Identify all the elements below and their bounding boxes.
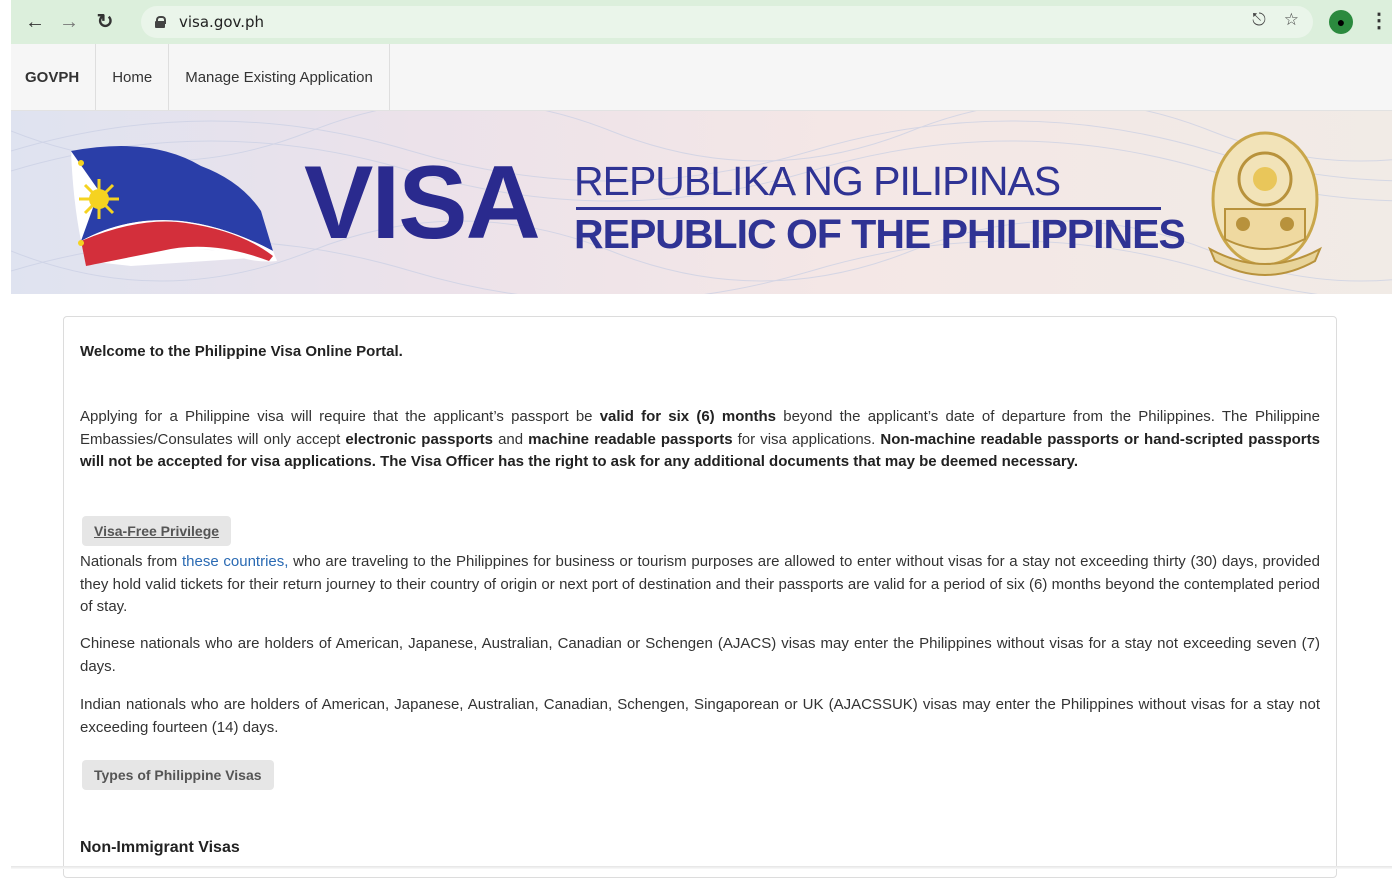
intro-bold-1: valid for six (6) months bbox=[599, 408, 777, 425]
lock-icon[interactable] bbox=[155, 16, 166, 28]
banner-title-filipino: REPUBLIKA NG PILIPINAS bbox=[574, 158, 1061, 204]
intro-text-4: for visa applications. bbox=[732, 430, 881, 448]
chinese-nationals-paragraph: Chinese nationals who are holders of Ame… bbox=[80, 635, 1320, 675]
url-text[interactable]: visa.gov.ph bbox=[179, 13, 264, 31]
arrow-left-icon[interactable]: ← bbox=[21, 8, 49, 36]
share-icon[interactable]: ⎋ bbox=[1252, 10, 1265, 30]
reload-icon[interactable]: ↻ bbox=[91, 8, 119, 36]
nav-manage-application-link[interactable]: Manage Existing Application bbox=[169, 44, 390, 110]
kebab-menu-icon[interactable]: ⋮ bbox=[1369, 8, 1389, 33]
these-countries-link[interactable]: these countries, bbox=[182, 553, 288, 570]
intro-bold-2: electronic passports bbox=[345, 430, 493, 448]
content-card: Welcome to the Philippine Visa Online Po… bbox=[63, 316, 1337, 878]
intro-text-3: and bbox=[493, 430, 529, 448]
visa-free-nationals-paragraph: Nationals from these countries, who are … bbox=[80, 551, 1320, 619]
intro-text-1: Applying for a Philippine visa will requ… bbox=[80, 408, 600, 425]
govph-brand-link[interactable]: GOVPH bbox=[11, 44, 97, 110]
welcome-heading: Welcome to the Philippine Visa Online Po… bbox=[80, 343, 403, 360]
banner-title-english: REPUBLIC OF THE PHILIPPINES bbox=[574, 211, 1186, 257]
indian-nationals-paragraph: Indian nationals who are holders of Amer… bbox=[80, 696, 1320, 736]
philippine-flag-icon bbox=[71, 146, 277, 266]
arrow-right-icon[interactable]: → bbox=[55, 8, 83, 36]
profile-icon[interactable]: ● bbox=[1329, 10, 1353, 34]
visa-banner: VISA REPUBLIKA NG PILIPINAS REPUBLIC OF … bbox=[11, 111, 1392, 294]
site-navbar: GOVPH Home Manage Existing Application bbox=[11, 44, 1392, 111]
banner-divider bbox=[576, 207, 1161, 210]
address-bar[interactable]: visa.gov.ph ⎋ ☆ bbox=[141, 6, 1313, 38]
intro-bold-3: machine readable passports bbox=[528, 430, 733, 448]
non-immigrant-visas-heading: Non-Immigrant Visas bbox=[80, 839, 240, 856]
passport-requirements-paragraph: Applying for a Philippine visa will requ… bbox=[80, 406, 1320, 474]
visa-wordmark: VISA bbox=[304, 145, 541, 261]
types-of-visas-button[interactable]: Types of Philippine Visas bbox=[82, 760, 274, 790]
visa-free-privilege-button[interactable]: Visa-Free Privilege bbox=[82, 516, 232, 546]
nationals-text-1: Nationals from bbox=[80, 553, 182, 570]
nav-home-link[interactable]: Home bbox=[96, 44, 170, 110]
browser-toolbar: ← → ↻ visa.gov.ph ⎋ ☆ ● ⋮ bbox=[11, 0, 1392, 44]
coat-of-arms-seal-icon bbox=[1207, 131, 1323, 276]
star-icon[interactable]: ☆ bbox=[1284, 10, 1299, 30]
